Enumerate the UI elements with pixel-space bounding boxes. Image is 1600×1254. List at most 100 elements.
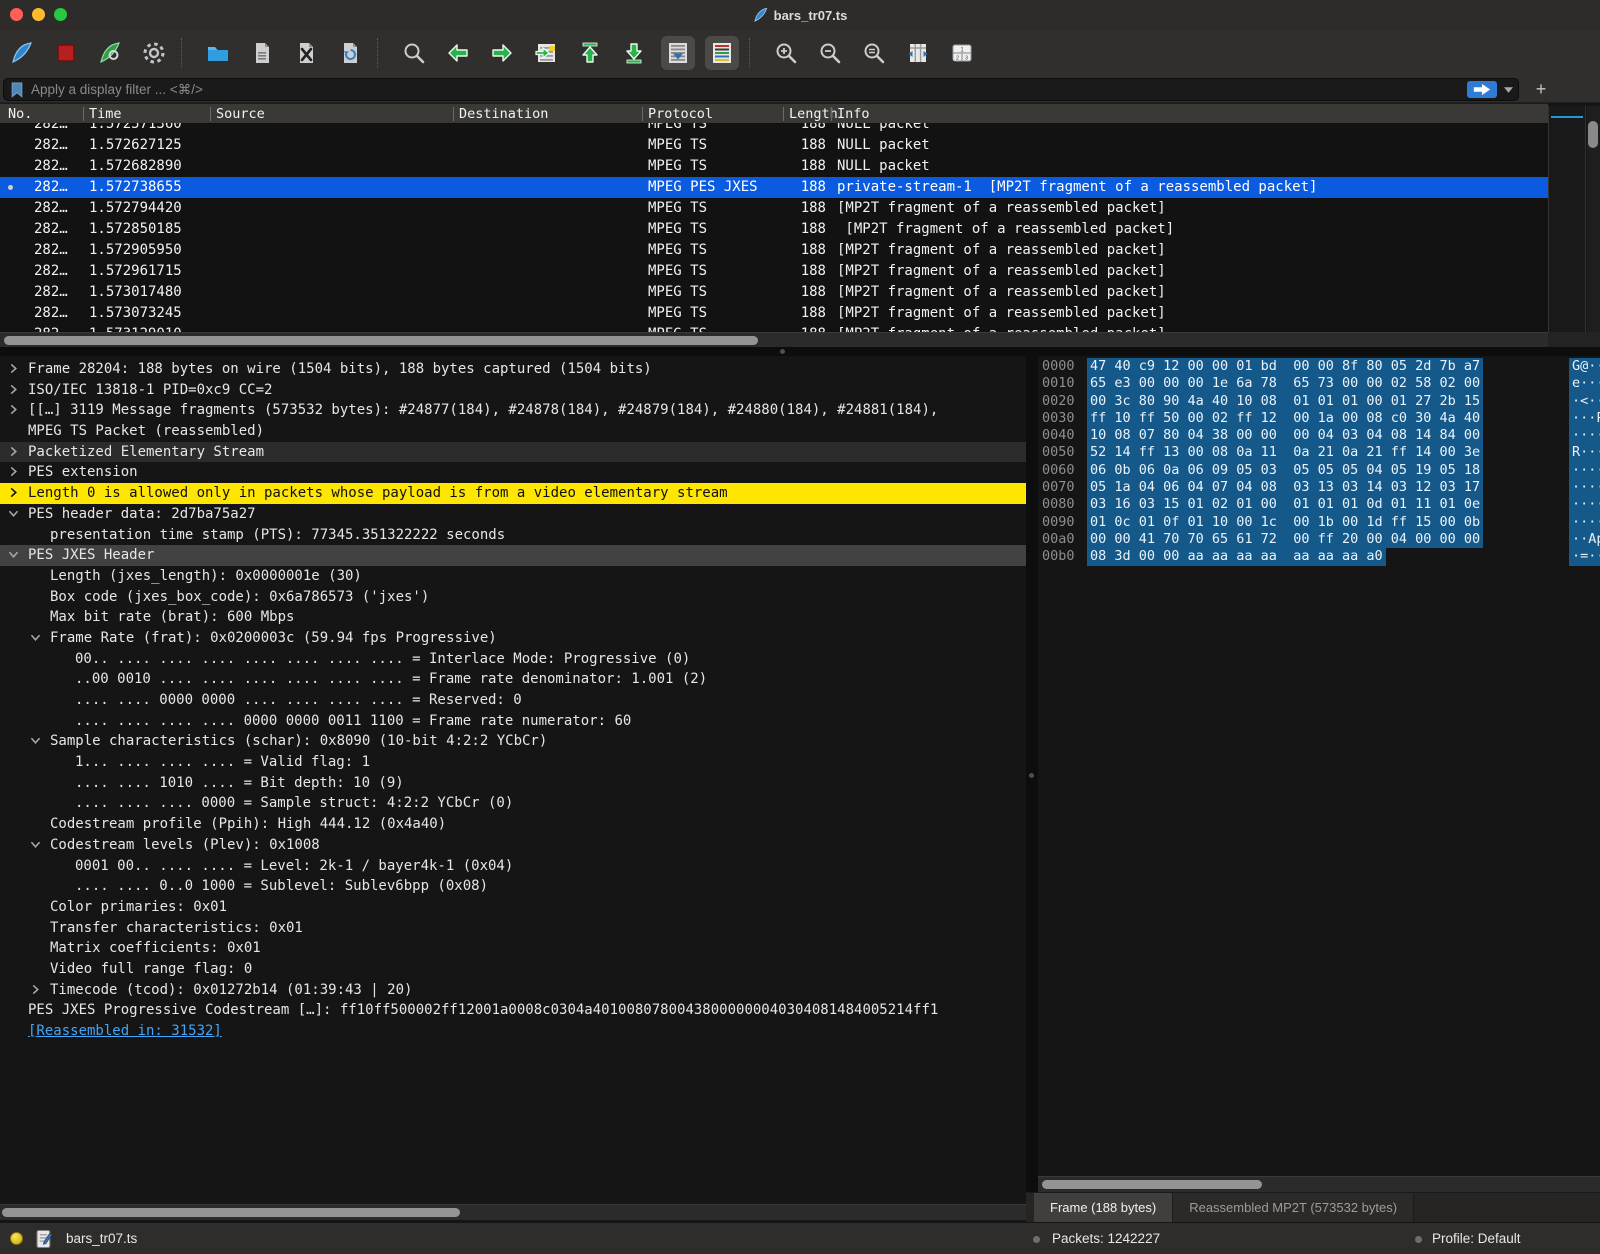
packet-row[interactable]: 282…1.573129010MPEG TS188[MP2T fragment … bbox=[0, 324, 1548, 332]
hex-ascii[interactable]: ·=······ ···· bbox=[1569, 548, 1600, 565]
packet-row[interactable]: 282…1.572794420MPEG TS188[MP2T fragment … bbox=[0, 198, 1548, 219]
hex-ascii[interactable]: ··Appear ·· ····· bbox=[1569, 531, 1600, 548]
packet-row[interactable]: 282…1.573017480MPEG TS188[MP2T fragment … bbox=[0, 282, 1548, 303]
detail-tree-row[interactable]: Box code (jxes_box_code): 0x6a786573 ('j… bbox=[0, 587, 1026, 608]
hex-row[interactable]: 0030ff 10 ff 50 00 02 ff 12 00 1a 00 08 … bbox=[1038, 410, 1600, 427]
detail-tree-row[interactable]: 00.. .... .... .... .... .... .... .... … bbox=[0, 649, 1026, 670]
close-file-button[interactable] bbox=[289, 36, 323, 70]
status-profile[interactable]: Profile: Default bbox=[1432, 1231, 1521, 1246]
pane-splitter-horizontal[interactable] bbox=[0, 347, 1600, 356]
detail-tree-row[interactable]: Codestream profile (Ppih): High 444.12 (… bbox=[0, 814, 1026, 835]
detail-tree-row[interactable]: .... .... 1010 .... = Bit depth: 10 (9) bbox=[0, 773, 1026, 794]
hex-row[interactable]: 00b008 3d 00 00 aa aa aa aa aa aa aa a0·… bbox=[1038, 548, 1600, 565]
detail-tree-row[interactable]: .... .... 0000 0000 .... .... .... .... … bbox=[0, 690, 1026, 711]
go-back-button[interactable] bbox=[441, 36, 475, 70]
detail-tree-row[interactable]: PES extension bbox=[0, 462, 1026, 483]
hex-row[interactable]: 007005 1a 04 06 04 07 04 08 03 13 03 14 … bbox=[1038, 479, 1600, 496]
capture-restart-button[interactable] bbox=[93, 36, 127, 70]
details-horizontal-scrollbar[interactable] bbox=[0, 1204, 1026, 1220]
hex-bytes[interactable]: 52 14 ff 13 00 08 0a 11 0a 21 0a 21 ff 1… bbox=[1087, 444, 1483, 461]
hex-bytes[interactable]: ff 10 ff 50 00 02 ff 12 00 1a 00 08 c0 3… bbox=[1087, 410, 1483, 427]
detail-tree-row[interactable]: Packetized Elementary Stream bbox=[0, 442, 1026, 463]
hex-ascii[interactable]: ·····8·· ········ bbox=[1569, 427, 1600, 444]
apply-filter-button[interactable] bbox=[1467, 81, 1497, 98]
chevron-down-icon[interactable] bbox=[30, 628, 41, 649]
packet-list-header[interactable]: No. Time Source Destination Protocol Len… bbox=[0, 103, 1548, 123]
chevron-right-icon[interactable] bbox=[30, 980, 41, 1001]
hex-bytes[interactable]: 00 3c 80 90 4a 40 10 08 01 01 01 00 01 2… bbox=[1087, 393, 1483, 410]
detail-tree-row[interactable]: 0001 00.. .... .... = Level: 2k-1 / baye… bbox=[0, 856, 1026, 877]
detail-tree-row[interactable]: Video full range flag: 0 bbox=[0, 959, 1026, 980]
column-divider[interactable] bbox=[642, 107, 643, 121]
find-packet-button[interactable] bbox=[397, 36, 431, 70]
hex-row[interactable]: 008003 16 03 15 01 02 01 00 01 01 01 0d … bbox=[1038, 496, 1600, 513]
capture-stop-button[interactable] bbox=[49, 36, 83, 70]
hex-bytes[interactable]: 10 08 07 80 04 38 00 00 00 04 03 04 08 1… bbox=[1087, 427, 1483, 444]
detail-tree-row[interactable]: Max bit rate (brat): 600 Mbps bbox=[0, 607, 1026, 628]
details-scroll-thumb[interactable] bbox=[2, 1208, 460, 1217]
hex-row[interactable]: 006006 0b 06 0a 06 09 05 03 05 05 05 04 … bbox=[1038, 462, 1600, 479]
detail-tree-row[interactable]: [[…] 3119 Message fragments (573532 byte… bbox=[0, 400, 1026, 421]
detail-tree-row[interactable]: ..00 0010 .... .... .... .... .... .... … bbox=[0, 669, 1026, 690]
detail-tree-row[interactable]: PES JXES Progressive Codestream […]: ff1… bbox=[0, 1000, 1026, 1021]
column-info[interactable]: Info bbox=[837, 106, 870, 122]
chevron-down-icon[interactable] bbox=[8, 545, 19, 566]
detail-tree-row[interactable]: Length 0 is allowed only in packets whos… bbox=[0, 483, 1026, 504]
go-forward-button[interactable] bbox=[485, 36, 519, 70]
detail-tree-row[interactable]: .... .... .... 0000 = Sample struct: 4:2… bbox=[0, 793, 1026, 814]
detail-tree-row[interactable]: ISO/IEC 13818-1 PID=0xc9 CC=2 bbox=[0, 380, 1026, 401]
resize-columns-button[interactable] bbox=[901, 36, 935, 70]
chevron-right-icon[interactable] bbox=[8, 462, 19, 483]
column-source[interactable]: Source bbox=[216, 106, 265, 122]
chevron-down-icon[interactable] bbox=[30, 835, 41, 856]
detail-tree-row[interactable]: MPEG TS Packet (reassembled) bbox=[0, 421, 1026, 442]
capture-comment-icon[interactable] bbox=[36, 1229, 53, 1249]
packet-row[interactable]: 282…1.572571360MPEG TS188NULL packet bbox=[0, 123, 1548, 135]
hex-ascii[interactable]: ········ ········ bbox=[1569, 496, 1600, 513]
hex-bytes[interactable]: 47 40 c9 12 00 00 01 bd 00 00 8f 80 05 2… bbox=[1087, 358, 1483, 375]
hex-row[interactable]: 002000 3c 80 90 4a 40 10 08 01 01 01 00 … bbox=[1038, 393, 1600, 410]
hex-bytes[interactable]: 65 e3 00 00 00 1e 6a 78 65 73 00 00 02 5… bbox=[1087, 375, 1483, 392]
detail-tree-row[interactable]: Frame 28204: 188 bytes on wire (1504 bit… bbox=[0, 359, 1026, 380]
capture-options-button[interactable] bbox=[137, 36, 171, 70]
bytes-horizontal-scrollbar[interactable] bbox=[1038, 1176, 1600, 1192]
packet-row[interactable]: 282…1.572627125MPEG TS188NULL packet bbox=[0, 135, 1548, 156]
packet-row[interactable]: 282…1.572682890MPEG TS188NULL packet bbox=[0, 156, 1548, 177]
chevron-right-icon[interactable] bbox=[8, 400, 19, 421]
packet-row[interactable]: 282…1.572850185MPEG TS188 [MP2T fragment… bbox=[0, 219, 1548, 240]
open-file-button[interactable] bbox=[201, 36, 235, 70]
chevron-right-icon[interactable] bbox=[8, 442, 19, 463]
add-filter-button[interactable]: + bbox=[1531, 80, 1551, 99]
tab-reassembled-mp2t[interactable]: Reassembled MP2T (573532 bytes) bbox=[1173, 1193, 1414, 1222]
detail-tree-row[interactable]: .... .... .... .... 0000 0000 0011 1100 … bbox=[0, 711, 1026, 732]
hex-ascii[interactable]: G@······ ·····-{· bbox=[1569, 358, 1600, 375]
horizontal-scroll-thumb[interactable] bbox=[4, 336, 758, 345]
column-divider[interactable] bbox=[83, 107, 84, 121]
column-protocol[interactable]: Protocol bbox=[648, 106, 713, 122]
pane-splitter-vertical[interactable] bbox=[1026, 356, 1038, 1222]
hex-bytes[interactable]: 00 00 41 70 70 65 61 72 00 ff 20 00 04 0… bbox=[1087, 531, 1483, 548]
column-divider[interactable] bbox=[453, 107, 454, 121]
go-first-button[interactable] bbox=[573, 36, 607, 70]
hex-row[interactable]: 001065 e3 00 00 00 1e 6a 78 65 73 00 00 … bbox=[1038, 375, 1600, 392]
chevron-right-icon[interactable] bbox=[8, 380, 19, 401]
hex-row[interactable]: 005052 14 ff 13 00 08 0a 11 0a 21 0a 21 … bbox=[1038, 444, 1600, 461]
detail-tree-row[interactable]: Transfer characteristics: 0x01 bbox=[0, 918, 1026, 939]
filter-dropdown-button[interactable] bbox=[1500, 81, 1516, 98]
packet-row[interactable]: 282…1.573073245MPEG TS188[MP2T fragment … bbox=[0, 303, 1548, 324]
hex-row[interactable]: 00a000 00 41 70 70 65 61 72 00 ff 20 00 … bbox=[1038, 531, 1600, 548]
detail-tree-row[interactable]: Timecode (tcod): 0x01272b14 (01:39:43 | … bbox=[0, 980, 1026, 1001]
detail-tree-row[interactable]: Matrix coefficients: 0x01 bbox=[0, 938, 1026, 959]
packet-row[interactable]: 282…1.572738655MPEG PES JXES188private-s… bbox=[0, 177, 1548, 198]
detail-tree-row[interactable]: Codestream levels (Plev): 0x1008 bbox=[0, 835, 1026, 856]
packet-list-minimap[interactable] bbox=[1548, 106, 1586, 332]
column-destination[interactable]: Destination bbox=[459, 106, 548, 122]
tab-frame-bytes[interactable]: Frame (188 bytes) bbox=[1034, 1193, 1173, 1222]
save-file-button[interactable] bbox=[245, 36, 279, 70]
hex-bytes[interactable]: 08 3d 00 00 aa aa aa aa aa aa aa a0 bbox=[1087, 548, 1386, 565]
column-divider[interactable] bbox=[831, 107, 832, 121]
hex-ascii[interactable]: ·<··J@·· ·····'+· bbox=[1569, 393, 1600, 410]
hex-bytes[interactable]: 05 1a 04 06 04 07 04 08 03 13 03 14 03 1… bbox=[1087, 479, 1483, 496]
bytes-scroll-thumb[interactable] bbox=[1042, 1180, 1262, 1189]
detail-tree-row[interactable]: .... .... 0..0 1000 = Sublevel: Sublev6b… bbox=[0, 876, 1026, 897]
